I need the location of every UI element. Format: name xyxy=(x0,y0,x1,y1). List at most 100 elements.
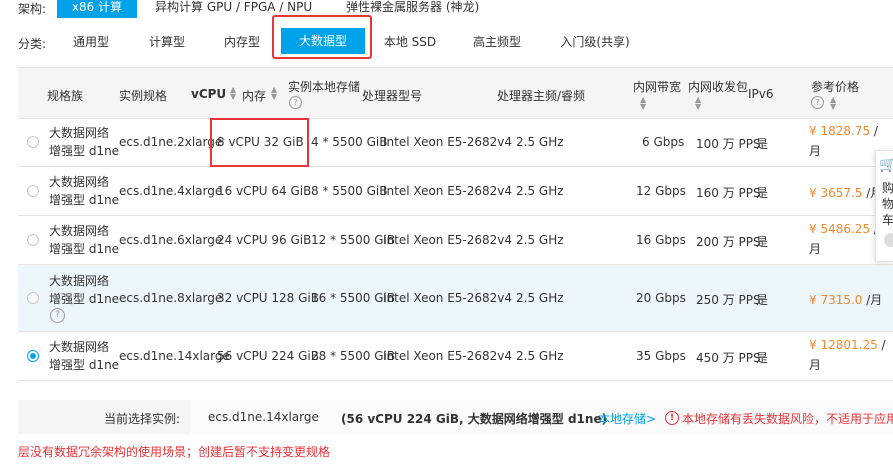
row-price: ¥ 12801.25 xyxy=(809,338,878,352)
cart-label-1: 购 xyxy=(882,181,893,195)
storage-help-icon[interactable]: ? xyxy=(289,96,302,109)
row-price: ¥ 1828.75 xyxy=(809,124,871,138)
instance-table: 规格族 实例规格 vCPU ▲ ▼ 内存 ▲ ▼ 实例本地存储 ? 处理器型号 处理… xyxy=(18,67,893,381)
row-radio[interactable] xyxy=(27,136,39,148)
table-row[interactable]: 大数据网络 增强型 d1ne ecs.d1ne.14xlarge 56 vCPU… xyxy=(18,332,893,381)
pps-sort-icon[interactable]: ▲ ▼ xyxy=(695,96,701,111)
row-frequency: 2.5 GHz xyxy=(516,135,564,149)
price-help-icon[interactable]: ? xyxy=(811,96,824,109)
row-frequency: 2.5 GHz xyxy=(516,184,564,198)
price-sort-icon[interactable]: ▲ ▼ xyxy=(830,96,836,111)
row-pps: 200 万 PPS xyxy=(696,235,761,249)
summary-warning: 本地存储有丢失数据风险，不适用于应用 xyxy=(682,412,893,426)
footer-note: 层没有数据冗余架构的使用场景；创建后暂不支持变更规格 xyxy=(18,445,331,459)
row-vcpu-memory: 16 vCPU 64 GiB xyxy=(217,184,312,198)
row-ipv6: 是 xyxy=(756,235,769,249)
row-bandwidth: 20 Gbps xyxy=(636,291,686,305)
row-spec: ecs.d1ne.2xlarge xyxy=(119,135,223,149)
table-row[interactable]: 大数据网络 增强型 d1ne ecs.d1ne.2xlarge 8 vCPU 3… xyxy=(18,118,893,167)
summary-label-box: 当前选择实例: xyxy=(18,400,190,434)
row-ipv6: 是 xyxy=(756,137,769,151)
table-header: 规格族 实例规格 vCPU ▲ ▼ 内存 ▲ ▼ 实例本地存储 ? 处理器型号 处理… xyxy=(18,68,893,119)
arch-option-x86[interactable]: x86 计算 xyxy=(57,0,137,18)
row-family-sub: 增强型 d1ne xyxy=(49,144,120,158)
row-ipv6: 是 xyxy=(756,293,769,307)
category-option-compute[interactable]: 计算型 xyxy=(136,31,198,53)
row-storage: 8 * 5500 GiB xyxy=(311,184,388,198)
header-frequency: 处理器主频/睿频 xyxy=(497,89,586,103)
row-family-sub: 增强型 d1ne xyxy=(49,193,120,207)
highlight-box-vcpu-memory xyxy=(210,118,309,167)
header-bandwidth[interactable]: 内网带宽 xyxy=(633,78,681,95)
row-radio[interactable] xyxy=(27,185,39,197)
row-cpu-model: Intel Xeon E5-2682v4 xyxy=(383,349,513,363)
row-family-sub: 增强型 d1ne xyxy=(49,292,120,306)
header-storage: 实例本地存储 xyxy=(288,80,361,94)
category-option-high-freq[interactable]: 高主频型 xyxy=(463,31,531,53)
header-price: 参考价格 xyxy=(811,80,860,94)
row-price-unit-line2: 月 xyxy=(809,242,822,256)
category-option-general[interactable]: 通用型 xyxy=(60,31,122,53)
row-frequency: 2.5 GHz xyxy=(516,233,564,247)
row-vcpu-memory: 24 vCPU 96 GiB xyxy=(217,233,312,247)
table-row[interactable]: 大数据网络 增强型 d1ne ? ecs.d1ne.8xlarge 32 vCP… xyxy=(18,265,893,332)
header-spec: 实例规格 xyxy=(119,89,168,103)
category-label: 分类: xyxy=(18,37,47,51)
row-ipv6: 是 xyxy=(756,186,769,200)
row-frequency: 2.5 GHz xyxy=(516,291,564,305)
header-cpu-model: 处理器型号 xyxy=(362,89,423,103)
row-radio[interactable] xyxy=(27,292,39,304)
local-storage-link[interactable]: 本地存储> xyxy=(598,410,656,427)
summary-instance: ecs.d1ne.14xlarge xyxy=(208,410,319,424)
row-bandwidth: 6 Gbps xyxy=(642,135,685,149)
vcpu-sort-icon[interactable]: ▲ ▼ xyxy=(230,86,236,101)
selection-summary: 当前选择实例: ecs.d1ne.14xlarge (56 vCPU 224 G… xyxy=(18,400,893,434)
warning-icon: ! xyxy=(665,411,679,425)
table-row[interactable]: 大数据网络 增强型 d1ne ecs.d1ne.4xlarge 16 vCPU … xyxy=(18,167,893,216)
category-option-entry-shared[interactable]: 入门级(共享) xyxy=(550,31,640,53)
row-radio[interactable] xyxy=(27,234,39,246)
table-row[interactable]: 大数据网络 增强型 d1ne ecs.d1ne.6xlarge 24 vCPU … xyxy=(18,216,893,265)
row-spec: ecs.d1ne.6xlarge xyxy=(119,233,223,247)
row-pps: 250 万 PPS xyxy=(696,293,761,307)
row-cpu-model: Intel Xeon E5-2682v4 xyxy=(383,184,513,198)
row-price-unit: /月 xyxy=(862,293,883,307)
memory-sort-icon[interactable]: ▲ ▼ xyxy=(271,86,277,101)
row-bandwidth: 35 Gbps xyxy=(636,349,686,363)
row-family: 大数据网络 xyxy=(49,175,110,189)
row-pps: 160 万 PPS xyxy=(696,186,761,200)
summary-detail: (56 vCPU 224 GiB, 大数据网络增强型 d1ne) xyxy=(341,412,608,426)
row-price: ¥ 3657.5 xyxy=(809,186,863,200)
category-option-local-ssd[interactable]: 本地 SSD xyxy=(378,31,442,53)
header-family: 规格族 xyxy=(47,89,84,103)
row-family: 大数据网络 xyxy=(49,274,110,288)
row-price-unit-line2: 月 xyxy=(809,144,822,158)
row-spec: ecs.d1ne.14xlarge xyxy=(119,349,230,363)
row-price: ¥ 5486.25 xyxy=(809,222,871,236)
header-vcpu[interactable]: vCPU xyxy=(191,87,226,101)
cart-widget[interactable]: 🛒 购 物 车 xyxy=(875,150,893,262)
row-spec: ecs.d1ne.4xlarge xyxy=(119,184,223,198)
row-cpu-model: Intel Xeon E5-2682v4 xyxy=(383,233,513,247)
cart-icon[interactable]: 🛒 xyxy=(879,157,893,173)
row-pps: 100 万 PPS xyxy=(696,137,761,151)
row-pps: 450 万 PPS xyxy=(696,351,761,365)
row-vcpu-memory: 32 vCPU 128 GiB xyxy=(217,291,319,305)
row-family-sub: 增强型 d1ne xyxy=(49,242,120,256)
cart-toggle-icon[interactable] xyxy=(884,233,893,247)
header-pps[interactable]: 内网收发包 xyxy=(688,78,748,95)
header-memory[interactable]: 内存 xyxy=(242,87,266,104)
category-option-memory[interactable]: 内存型 xyxy=(211,31,273,53)
summary-label: 当前选择实例: xyxy=(104,412,181,426)
row-radio-selected[interactable] xyxy=(27,350,39,362)
row-price-unit: / xyxy=(877,338,886,352)
row-price-unit-line2: 月 xyxy=(809,358,822,372)
row-storage: 4 * 5500 GiB xyxy=(311,135,388,149)
bandwidth-sort-icon[interactable]: ▲ ▼ xyxy=(640,96,646,111)
row-ipv6: 是 xyxy=(756,351,769,365)
row-help-icon[interactable]: ? xyxy=(50,308,65,323)
row-bandwidth: 12 Gbps xyxy=(636,184,686,198)
arch-label: 架构: xyxy=(18,2,47,16)
row-price-unit: / xyxy=(870,124,878,138)
row-bandwidth: 16 Gbps xyxy=(636,233,686,247)
